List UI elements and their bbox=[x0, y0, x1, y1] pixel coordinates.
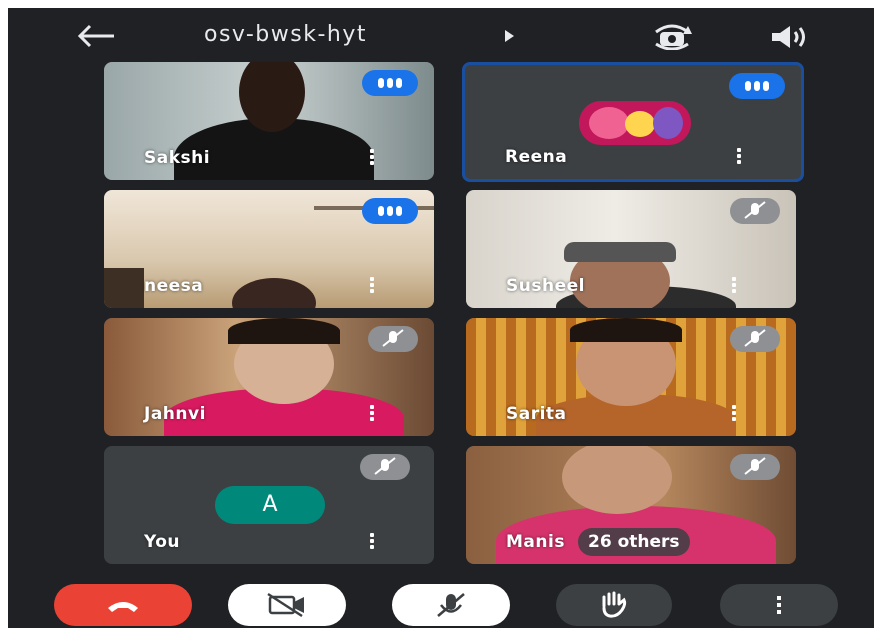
phone-hangup-icon bbox=[108, 602, 138, 612]
camera-off-icon bbox=[267, 592, 304, 618]
participant-name: Manis bbox=[506, 532, 565, 552]
speaking-indicator bbox=[362, 198, 418, 224]
participant-tile[interactable]: Susheel bbox=[466, 190, 796, 308]
participant-name: Sakshi bbox=[144, 148, 211, 168]
mic-muted-indicator bbox=[368, 326, 418, 352]
speaker-icon bbox=[772, 26, 805, 48]
participant-tile[interactable]: Jahnvi bbox=[104, 318, 434, 436]
participant-hair bbox=[228, 318, 340, 344]
participant-name: Susheel bbox=[506, 276, 585, 296]
more-vertical-icon[interactable] bbox=[724, 402, 744, 424]
participant-tile[interactable]: Reena bbox=[462, 62, 804, 182]
mic-muted-indicator bbox=[730, 326, 780, 352]
mic-muted-indicator bbox=[730, 454, 780, 480]
mic-off-icon bbox=[437, 593, 465, 617]
arrow-left-icon bbox=[77, 24, 114, 48]
participant-name: Sarita bbox=[506, 404, 567, 424]
call-controls bbox=[8, 578, 874, 628]
participant-hair bbox=[570, 318, 682, 342]
wall-frame bbox=[104, 268, 144, 308]
participant-name: Jahnvi bbox=[144, 404, 206, 424]
more-vertical-icon[interactable] bbox=[362, 146, 382, 168]
mic-muted-indicator bbox=[360, 454, 410, 480]
hand-icon bbox=[602, 591, 627, 618]
more-vertical-icon[interactable] bbox=[729, 145, 749, 167]
participant-name: Reena bbox=[505, 147, 568, 167]
participant-cap bbox=[564, 242, 676, 262]
mic-off-icon bbox=[744, 457, 766, 475]
more-vertical-icon[interactable] bbox=[362, 530, 382, 552]
participant-tile[interactable]: Sakshi bbox=[104, 62, 434, 180]
mic-toggle-button[interactable] bbox=[392, 584, 510, 626]
speaking-indicator bbox=[729, 73, 785, 99]
meet-call-screen: osv-bwsk-hyt Sakshi Reena neesa Susheel … bbox=[8, 8, 874, 628]
top-bar: osv-bwsk-hyt bbox=[8, 8, 874, 64]
mic-off-icon bbox=[382, 329, 404, 347]
speaking-indicator bbox=[362, 70, 418, 96]
participant-name: neesa bbox=[144, 276, 204, 296]
mic-muted-indicator bbox=[730, 198, 780, 224]
camera-flip-icon bbox=[655, 24, 692, 51]
more-options-button[interactable] bbox=[720, 584, 838, 626]
participant-tile[interactable]: Sarita bbox=[466, 318, 796, 436]
participant-tile[interactable]: A You bbox=[104, 446, 434, 564]
audio-output-button[interactable] bbox=[768, 24, 812, 50]
switch-camera-button[interactable] bbox=[648, 22, 696, 51]
camera-toggle-button[interactable] bbox=[228, 584, 346, 626]
participant-tile[interactable]: neesa bbox=[104, 190, 434, 308]
meeting-code[interactable]: osv-bwsk-hyt bbox=[204, 22, 367, 47]
more-vertical-icon[interactable] bbox=[362, 274, 382, 296]
mic-off-icon bbox=[744, 201, 766, 219]
others-count-badge[interactable]: 26 others bbox=[578, 528, 690, 556]
participant-tile[interactable]: Manis 26 others bbox=[466, 446, 796, 564]
more-vertical-icon[interactable] bbox=[362, 402, 382, 424]
more-vertical-icon bbox=[777, 596, 781, 614]
back-button[interactable] bbox=[74, 22, 118, 50]
raise-hand-button[interactable] bbox=[556, 584, 672, 626]
end-call-button[interactable] bbox=[54, 584, 192, 626]
mic-off-icon bbox=[374, 457, 396, 475]
avatar: A bbox=[215, 486, 325, 524]
meeting-details-arrow-icon[interactable] bbox=[505, 30, 514, 42]
participant-name: You bbox=[144, 532, 181, 552]
avatar bbox=[579, 101, 691, 145]
more-vertical-icon[interactable] bbox=[724, 274, 744, 296]
mic-off-icon bbox=[744, 329, 766, 347]
